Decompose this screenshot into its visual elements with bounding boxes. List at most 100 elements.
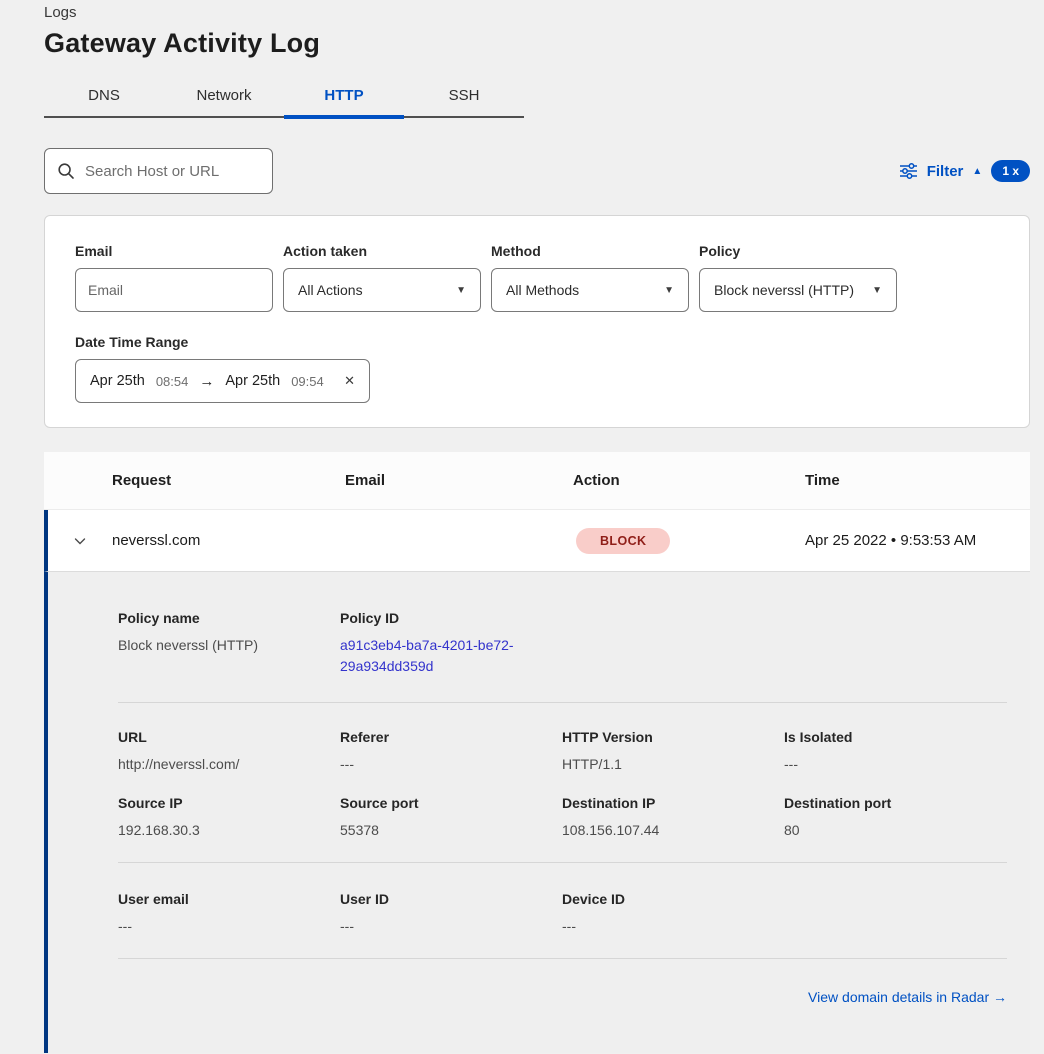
- policy-select[interactable]: Block neverssl (HTTP) ▼: [699, 268, 897, 312]
- search-box[interactable]: [44, 148, 273, 194]
- clear-date-range-icon[interactable]: ✕: [344, 373, 355, 389]
- detail-http-version: HTTP Version HTTP/1.1: [562, 729, 784, 772]
- policy-id-label: Policy ID: [340, 610, 562, 626]
- detail-user-email: User email ---: [118, 891, 340, 934]
- destination-ip-value: 108.156.107.44: [562, 822, 784, 838]
- tab-http[interactable]: HTTP: [284, 77, 404, 116]
- policy-name-value: Block neverssl (HTTP): [118, 637, 340, 653]
- http-version-label: HTTP Version: [562, 729, 784, 745]
- user-email-label: User email: [118, 891, 340, 907]
- device-id-value: ---: [562, 918, 784, 934]
- detail-is-isolated: Is Isolated ---: [784, 729, 1007, 772]
- detail-policy-name: Policy name Block neverssl (HTTP): [118, 610, 340, 677]
- collapse-filters-icon[interactable]: ▲: [972, 166, 982, 177]
- destination-ip-label: Destination IP: [562, 795, 784, 811]
- referer-value: ---: [340, 756, 562, 772]
- divider: [118, 702, 1007, 703]
- detail-source-port: Source port 55378: [340, 795, 562, 838]
- end-date: Apr 25th: [225, 373, 280, 389]
- device-id-label: Device ID: [562, 891, 784, 907]
- date-time-range-field: Date Time Range Apr 25th 08:54 → Apr 25t…: [75, 334, 999, 403]
- chevron-down-icon: ▼: [872, 285, 882, 296]
- source-ip-value: 192.168.30.3: [118, 822, 340, 838]
- policy-label: Policy: [699, 243, 897, 259]
- date-time-range-label: Date Time Range: [75, 334, 999, 350]
- toolbar: Filter ▲ 1 x: [44, 148, 1030, 194]
- email-filter-label: Email: [75, 243, 273, 259]
- expanded-row-details: Policy name Block neverssl (HTTP) Policy…: [44, 572, 1030, 1053]
- policy-section: Policy name Block neverssl (HTTP) Policy…: [118, 610, 1007, 677]
- column-header-email: Email: [345, 472, 573, 489]
- filter-controls: Filter ▲ 1 x: [899, 160, 1030, 182]
- row-time: Apr 25 2022 • 9:53:53 AM: [805, 532, 1030, 549]
- source-port-label: Source port: [340, 795, 562, 811]
- destination-port-value: 80: [784, 822, 1007, 838]
- user-section: User email --- User ID --- Device ID ---: [118, 891, 1007, 934]
- email-filter-input[interactable]: [75, 268, 273, 312]
- http-version-value: HTTP/1.1: [562, 756, 784, 772]
- action-taken-value: All Actions: [298, 282, 363, 298]
- tab-dns[interactable]: DNS: [44, 77, 164, 116]
- source-ip-label: Source IP: [118, 795, 340, 811]
- user-id-label: User ID: [340, 891, 562, 907]
- filter-count-badge[interactable]: 1 x: [991, 160, 1030, 182]
- is-isolated-label: Is Isolated: [784, 729, 1007, 745]
- divider: [118, 958, 1007, 959]
- policy-value: Block neverssl (HTTP): [714, 282, 854, 298]
- action-taken-label: Action taken: [283, 243, 481, 259]
- column-header-request: Request: [112, 472, 345, 489]
- gateway-activity-log-page: Logs Gateway Activity Log DNS Network HT…: [0, 0, 1044, 1053]
- start-date: Apr 25th: [90, 373, 145, 389]
- policy-field: Policy Block neverssl (HTTP) ▼: [699, 243, 897, 312]
- column-header-action: Action: [573, 472, 805, 489]
- method-value: All Methods: [506, 282, 579, 298]
- method-field: Method All Methods ▼: [491, 243, 689, 312]
- detail-url: URL http://neverssl.com/: [118, 729, 340, 772]
- http-request-section: URL http://neverssl.com/ Referer --- HTT…: [118, 729, 1007, 772]
- divider: [118, 862, 1007, 863]
- network-section: Source IP 192.168.30.3 Source port 55378…: [118, 795, 1007, 838]
- url-value: http://neverssl.com/: [118, 756, 340, 772]
- search-icon: [57, 162, 75, 180]
- row-request-host: neverssl.com: [112, 532, 345, 549]
- user-email-value: ---: [118, 918, 340, 934]
- view-domain-in-radar-link[interactable]: View domain details in Radar →: [808, 989, 1007, 1005]
- table-header-row: Request Email Action Time: [44, 452, 1030, 510]
- destination-port-label: Destination port: [784, 795, 1007, 811]
- is-isolated-value: ---: [784, 756, 1007, 772]
- detail-policy-id: Policy ID a91c3eb4-ba7a-4201-be72-29a934…: [340, 610, 562, 677]
- search-input[interactable]: [85, 163, 260, 180]
- block-status-badge: BLOCK: [576, 528, 670, 554]
- url-label: URL: [118, 729, 340, 745]
- tab-network[interactable]: Network: [164, 77, 284, 116]
- email-filter-field: Email: [75, 243, 273, 312]
- filter-panel: Email Action taken All Actions ▼ Method …: [44, 215, 1030, 428]
- collapse-row-chevron-icon[interactable]: [48, 533, 112, 549]
- detail-destination-port: Destination port 80: [784, 795, 1007, 838]
- log-type-tabs: DNS Network HTTP SSH: [44, 77, 524, 118]
- column-header-time: Time: [805, 472, 1030, 489]
- detail-destination-ip: Destination IP 108.156.107.44: [562, 795, 784, 838]
- detail-referer: Referer ---: [340, 729, 562, 772]
- user-id-value: ---: [340, 918, 562, 934]
- arrow-right-icon: →: [199, 373, 214, 390]
- table-row[interactable]: neverssl.com BLOCK Apr 25 2022 • 9:53:53…: [44, 510, 1030, 572]
- chevron-down-icon: ▼: [664, 285, 674, 296]
- policy-id-link[interactable]: a91c3eb4-ba7a-4201-be72-29a934dd359d: [340, 635, 518, 677]
- detail-user-id: User ID ---: [340, 891, 562, 934]
- method-label: Method: [491, 243, 689, 259]
- page-title: Gateway Activity Log: [44, 28, 1044, 59]
- detail-source-ip: Source IP 192.168.30.3: [118, 795, 340, 838]
- source-port-value: 55378: [340, 822, 562, 838]
- referer-label: Referer: [340, 729, 562, 745]
- tab-ssh[interactable]: SSH: [404, 77, 524, 116]
- action-taken-select[interactable]: All Actions ▼: [283, 268, 481, 312]
- date-range-picker[interactable]: Apr 25th 08:54 → Apr 25th 09:54 ✕: [75, 359, 370, 403]
- activity-log-table: Request Email Action Time neverssl.com B…: [44, 452, 1030, 1053]
- breadcrumb: Logs: [44, 4, 1044, 21]
- start-time: 08:54: [156, 374, 189, 389]
- action-taken-field: Action taken All Actions ▼: [283, 243, 481, 312]
- filter-toggle-button[interactable]: Filter: [927, 163, 964, 180]
- detail-device-id: Device ID ---: [562, 891, 784, 934]
- method-select[interactable]: All Methods ▼: [491, 268, 689, 312]
